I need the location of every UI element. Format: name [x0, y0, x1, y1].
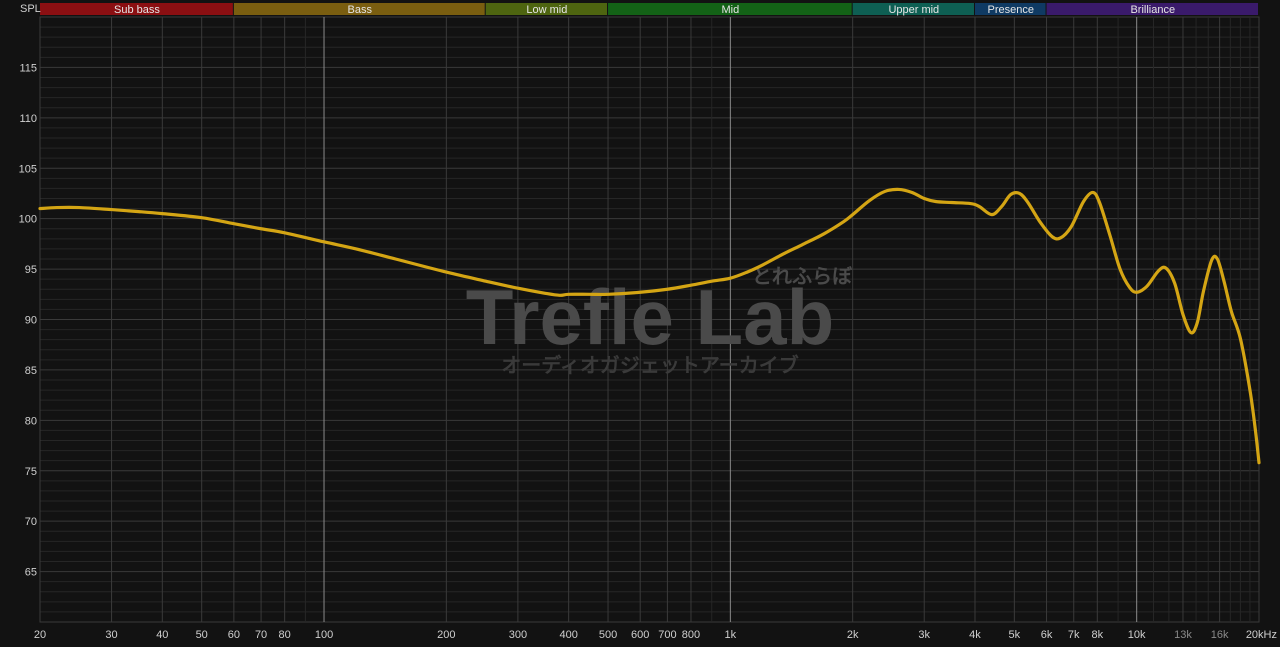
x-tick-label: 100: [315, 629, 333, 641]
band-label: Brilliance: [1130, 4, 1175, 16]
band-label: Sub bass: [114, 4, 160, 16]
y-tick-label: 105: [19, 163, 37, 175]
x-tick-label: 7k: [1068, 629, 1080, 641]
x-tick-label: 300: [509, 629, 527, 641]
y-tick-label: 85: [25, 365, 37, 377]
x-tick-label: 3k: [918, 629, 930, 641]
y-tick-label: 90: [25, 315, 37, 327]
x-tick-label: 20: [34, 629, 46, 641]
x-tick-label: 200: [437, 629, 455, 641]
y-tick-label: 75: [25, 466, 37, 478]
x-tick-label: 40: [156, 629, 168, 641]
y-tick-label: 65: [25, 567, 37, 579]
band-label: Upper mid: [888, 4, 939, 16]
x-tick-label: 70: [255, 629, 267, 641]
x-tick-label: 700: [658, 629, 676, 641]
y-tick-label: 110: [19, 113, 37, 125]
watermark-kana: とれふらぼ: [752, 264, 853, 288]
x-tick-label: 60: [228, 629, 240, 641]
x-tick-label: 2k: [847, 629, 859, 641]
frequency-bands: Sub bass Bass Low mid Mid Upper mid Presence B…: [40, 3, 1258, 16]
y-tick-label: 95: [25, 264, 37, 276]
y-tick-label: 100: [19, 214, 37, 226]
band-label: Bass: [348, 4, 373, 16]
x-tick-label: 400: [559, 629, 577, 641]
band-label: Low mid: [526, 4, 567, 16]
x-tick-label: 50: [196, 629, 208, 641]
x-tick-label: 8k: [1091, 629, 1103, 641]
x-tick-label: 13k: [1174, 629, 1192, 641]
watermark: Trefle Lab とれふらぼ オーディオガジェットアーカイブ: [466, 264, 853, 377]
y-tick-label: 80: [25, 415, 37, 427]
x-tick-label: 30: [105, 629, 117, 641]
y-axis-label: SPL: [20, 3, 41, 15]
frequency-response-chart: Trefle Lab とれふらぼ オーディオガジェットアーカイブ Sub bas…: [0, 0, 1280, 647]
x-tick-label: 4k: [969, 629, 981, 641]
x-tick-label: 6k: [1041, 629, 1053, 641]
band-label: Presence: [988, 4, 1034, 16]
x-tick-label: 16k: [1211, 629, 1229, 641]
watermark-sub: オーディオガジェットアーカイブ: [501, 353, 798, 377]
y-tick-label: 70: [25, 516, 37, 528]
x-tick-label: 80: [279, 629, 291, 641]
x-tick-label: 600: [631, 629, 649, 641]
band-label: Mid: [721, 4, 739, 16]
x-tick-label: 20kHz: [1246, 629, 1277, 641]
x-tick-label: 10k: [1128, 629, 1146, 641]
y-tick-label: 115: [19, 62, 37, 74]
x-tick-label: 1k: [725, 629, 737, 641]
x-tick-label: 800: [682, 629, 700, 641]
x-tick-label: 500: [599, 629, 617, 641]
x-tick-label: 5k: [1009, 629, 1021, 641]
